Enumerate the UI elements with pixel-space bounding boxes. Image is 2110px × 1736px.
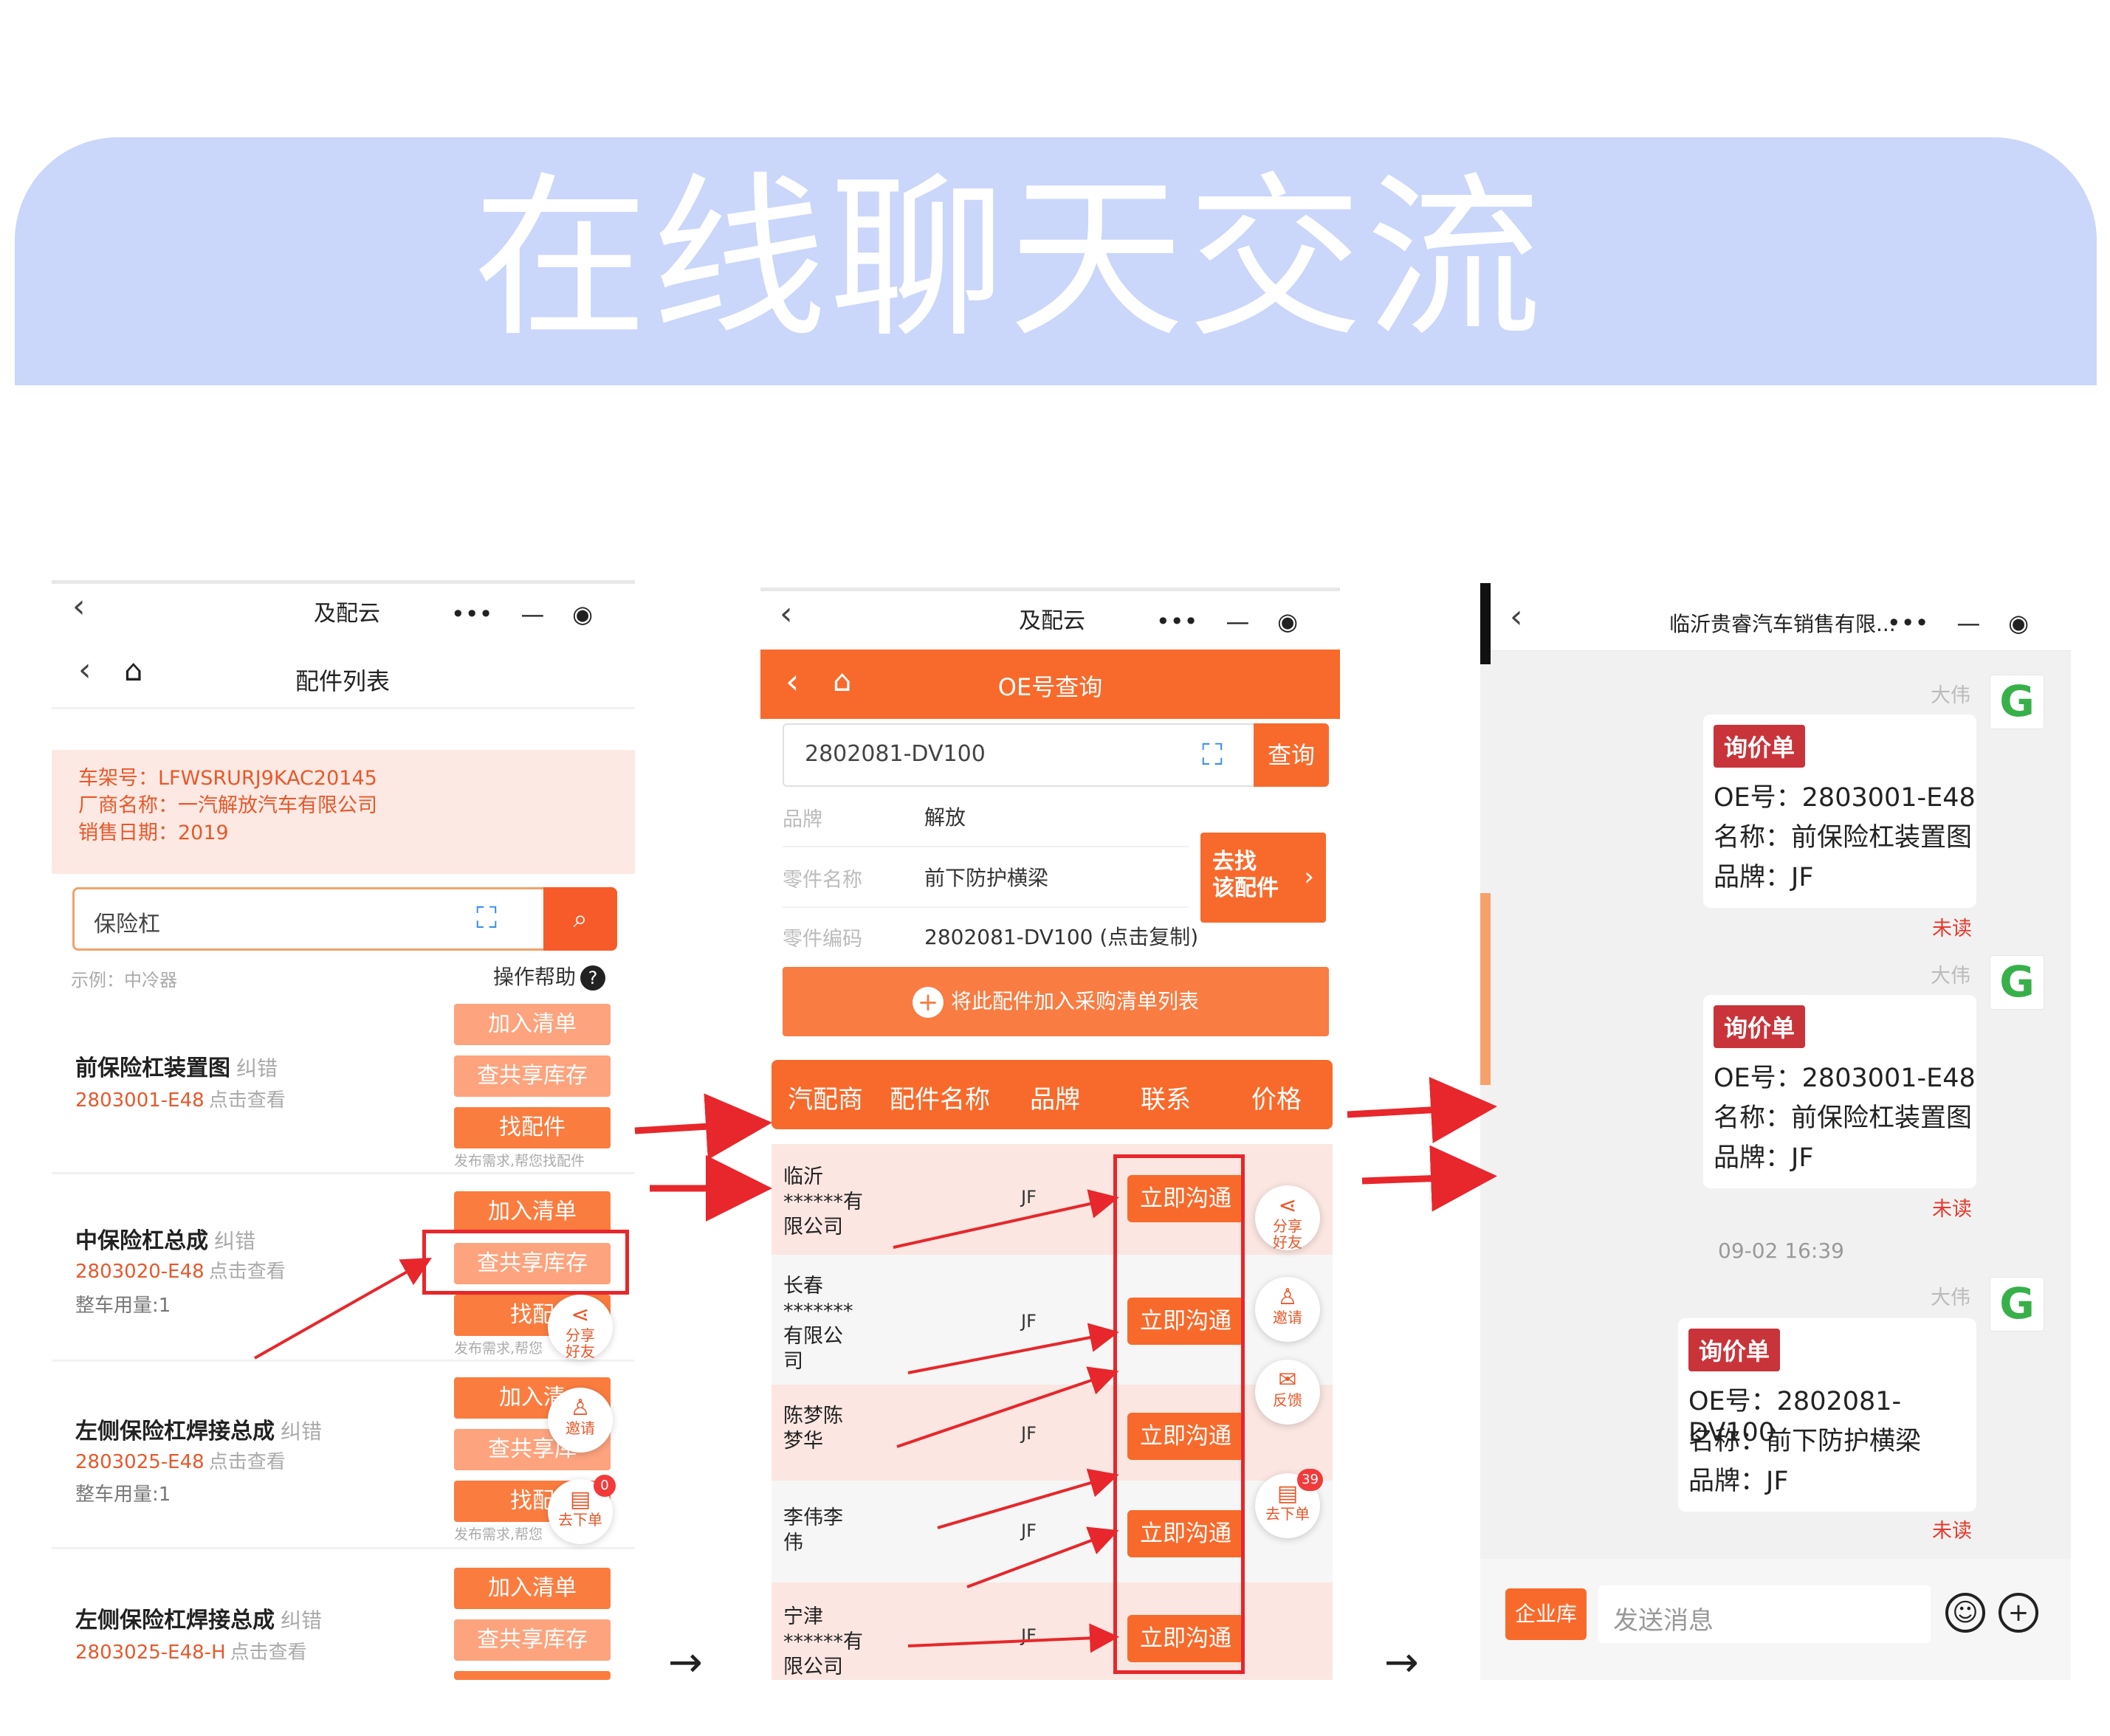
flow-arrow: →: [668, 1639, 703, 1687]
arrow: [634, 1093, 772, 1160]
arrow: [1361, 1145, 1497, 1212]
flow-arrow: →: [1384, 1639, 1419, 1687]
arrow: [896, 1366, 1119, 1448]
arrow: [937, 1468, 1119, 1529]
annotation-arrows: [254, 1076, 1497, 1653]
arrow: [1347, 1076, 1497, 1143]
arrow: [907, 1323, 1119, 1374]
arrow: [893, 1189, 1119, 1249]
arrow: [254, 1258, 432, 1360]
arrow: [907, 1623, 1119, 1653]
arrow: [966, 1526, 1119, 1588]
